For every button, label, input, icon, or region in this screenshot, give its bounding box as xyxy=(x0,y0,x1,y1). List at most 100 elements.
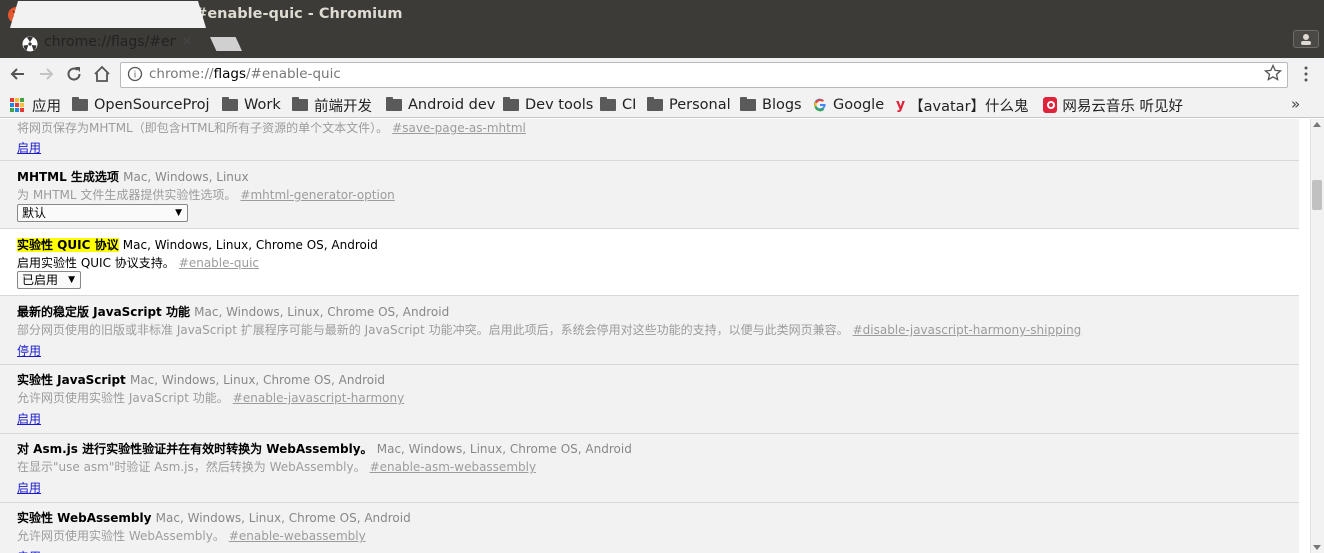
bookmark-folder[interactable]: CI xyxy=(600,95,636,115)
dropdown-arrow-icon: ▼ xyxy=(68,275,75,285)
bookmark-avatar[interactable]: y 【avatar】什么鬼 xyxy=(896,95,1030,115)
bookmarks-overflow-button[interactable]: » xyxy=(1291,95,1300,113)
bookmark-label: Work xyxy=(244,97,281,113)
tab-title: chrome://flags/#enable-quic xyxy=(44,34,176,50)
flag-row: 最新的稳定版 JavaScript 功能 Mac, Windows, Linux… xyxy=(0,296,1299,365)
folder-icon xyxy=(222,97,238,111)
forward-arrow-icon[interactable] xyxy=(36,64,56,84)
url-scheme: chrome:// xyxy=(149,66,214,82)
folder-icon xyxy=(647,97,663,111)
flag-platforms: Mac, Windows, Linux, Chrome OS, Android xyxy=(129,373,386,387)
profile-button[interactable] xyxy=(1293,30,1319,48)
back-arrow-icon[interactable] xyxy=(8,64,28,84)
flag-hash-link[interactable]: #enable-asm-webassembly xyxy=(370,460,536,474)
flag-name: 实验性 QUIC 协议 Mac, Windows, Linux, Chrome … xyxy=(17,236,378,253)
bookmark-folder[interactable]: Personal xyxy=(647,95,731,115)
flag-hash-link[interactable]: #enable-javascript-harmony xyxy=(233,391,404,405)
flag-name: 实验性 WebAssembly Mac, Windows, Linux, Chr… xyxy=(17,511,411,525)
dropdown-arrow-icon: ▼ xyxy=(175,208,182,218)
flag-name-highlight: 实验性 QUIC 协议 xyxy=(17,238,119,252)
bookmark-label: Personal xyxy=(669,97,731,113)
y-logo-icon: y xyxy=(896,97,906,113)
flag-select[interactable]: 已启用 ▼ xyxy=(17,271,81,289)
google-icon xyxy=(814,98,826,112)
flag-enable-link[interactable]: 启用 xyxy=(17,548,41,553)
flag-row: MHTML 生成选项 Mac, Windows, Linux 为 MHTML 文… xyxy=(0,161,1299,229)
flag-hash-link[interactable]: #disable-javascript-harmony-shipping xyxy=(853,323,1082,337)
radiation-icon xyxy=(22,36,38,52)
person-icon xyxy=(1301,34,1311,45)
flag-platforms: Mac, Windows, Linux, Chrome OS, Android xyxy=(122,238,378,252)
flag-description: 允许网页使用实验性 WebAssembly。 #enable-webassembl… xyxy=(17,529,366,543)
bookmark-label: Android dev xyxy=(408,97,496,113)
flag-row: 对 Asm.js 进行实验性验证并在有效时转换为 WebAssembly。 Ma… xyxy=(0,434,1299,503)
tab-strip xyxy=(0,30,1324,58)
flag-description: 启用实验性 QUIC 协议支持。 #enable-quic xyxy=(17,256,259,270)
flag-platforms: Mac, Windows, Linux, Chrome OS, Android xyxy=(376,442,632,456)
flag-description: 在显示"use asm"时验证 Asm.js，然后转换为 WebAssembly… xyxy=(17,460,537,474)
folder-icon xyxy=(740,97,756,111)
info-icon[interactable]: i xyxy=(127,66,143,82)
bookmark-label: Google xyxy=(833,97,885,113)
flag-select[interactable]: 默认 ▼ xyxy=(17,204,188,222)
flag-row: 将网页保存为MHTML（即包含HTML和所有子资源的单个文本文件）。 #save-… xyxy=(0,119,1299,161)
folder-icon xyxy=(72,97,88,111)
apps-grid-icon xyxy=(10,98,24,112)
bookmark-apps[interactable]: 应用 xyxy=(10,95,61,115)
flag-platforms: Mac, Windows, Linux, Chrome OS, Android xyxy=(155,511,411,525)
select-value: 默认 xyxy=(22,206,47,220)
select-value: 已启用 xyxy=(22,273,59,287)
bookmark-folder[interactable]: Dev tools xyxy=(503,95,593,115)
reload-icon[interactable] xyxy=(64,64,84,84)
flag-hash-link[interactable]: #enable-quic xyxy=(179,256,259,270)
flag-row-highlighted: 实验性 QUIC 协议 Mac, Windows, Linux, Chrome … xyxy=(0,229,1299,296)
bookmark-label: Blogs xyxy=(762,97,802,113)
flag-description: 允许网页使用实验性 JavaScript 功能。 #enable-javascri… xyxy=(17,391,405,405)
tab-active[interactable] xyxy=(10,1,206,28)
svg-text:i: i xyxy=(134,71,137,81)
bookmark-label: 前端开发 xyxy=(314,98,372,115)
folder-icon xyxy=(600,97,616,111)
scrollbar-thumb[interactable] xyxy=(1312,180,1322,210)
flag-disable-link[interactable]: 停用 xyxy=(17,342,41,359)
menu-dots-icon[interactable] xyxy=(1302,66,1310,82)
flags-list: 将网页保存为MHTML（即包含HTML和所有子资源的单个文本文件）。 #save-… xyxy=(0,119,1310,553)
bookmark-google[interactable]: Google xyxy=(813,95,884,115)
flag-row: 实验性 JavaScript Mac, Windows, Linux, Chro… xyxy=(0,365,1299,434)
scroll-down-arrow-icon[interactable] xyxy=(1313,545,1321,550)
bookmark-label: Dev tools xyxy=(525,97,594,113)
flag-hash-link[interactable]: #enable-webassembly xyxy=(229,529,366,543)
flag-hash-link[interactable]: #mhtml-generator-option xyxy=(240,188,394,202)
netease-music-icon xyxy=(1043,97,1058,113)
flag-platforms: Mac, Windows, Linux, Chrome OS, Android xyxy=(194,305,450,319)
flag-enable-link[interactable]: 启用 xyxy=(17,479,41,496)
scroll-up-arrow-icon[interactable] xyxy=(1313,122,1321,127)
folder-icon xyxy=(503,97,519,111)
bookmark-folder[interactable]: 前端开发 xyxy=(292,95,372,115)
url-text[interactable]: chrome://flags/#enable-quic xyxy=(149,66,341,82)
bookmark-label: 【avatar】什么鬼 xyxy=(909,98,1029,115)
bookmark-folder[interactable]: Blogs xyxy=(740,95,802,115)
folder-icon xyxy=(386,97,402,111)
flag-name: 实验性 JavaScript Mac, Windows, Linux, Chro… xyxy=(17,373,386,387)
bookmark-label: 应用 xyxy=(32,98,61,115)
home-icon[interactable] xyxy=(92,64,112,84)
flag-enable-link[interactable]: 启用 xyxy=(17,139,41,156)
flag-platforms: Mac, Windows, Linux xyxy=(123,170,249,184)
tab-close-button[interactable]: ✕ xyxy=(181,34,193,50)
bookmark-folder[interactable]: Work xyxy=(222,95,281,115)
flag-hash-link[interactable]: #save-page-as-mhtml xyxy=(392,121,526,135)
flag-description: 为 MHTML 文件生成器提供实验性选项。 #mhtml-generator-op… xyxy=(17,188,395,202)
flag-enable-link[interactable]: 启用 xyxy=(17,410,41,427)
url-host: flags xyxy=(213,66,246,82)
bookmark-label: OpenSourceProj xyxy=(94,97,210,113)
flag-row: 实验性 WebAssembly Mac, Windows, Linux, Chr… xyxy=(0,503,1299,553)
bookmark-star-icon[interactable] xyxy=(1264,64,1282,82)
url-fragment: /#enable-quic xyxy=(245,66,341,82)
flag-name: 最新的稳定版 JavaScript 功能 Mac, Windows, Linux… xyxy=(17,305,450,319)
bookmark-music[interactable]: 网易云音乐 听见好 xyxy=(1043,95,1183,115)
bookmark-folder[interactable]: Android dev xyxy=(386,95,495,115)
folder-icon xyxy=(292,97,308,111)
bookmark-folder[interactable]: OpenSourceProj xyxy=(72,95,210,115)
flag-description: 将网页保存为MHTML（即包含HTML和所有子资源的单个文本文件）。 #save-… xyxy=(17,121,526,135)
